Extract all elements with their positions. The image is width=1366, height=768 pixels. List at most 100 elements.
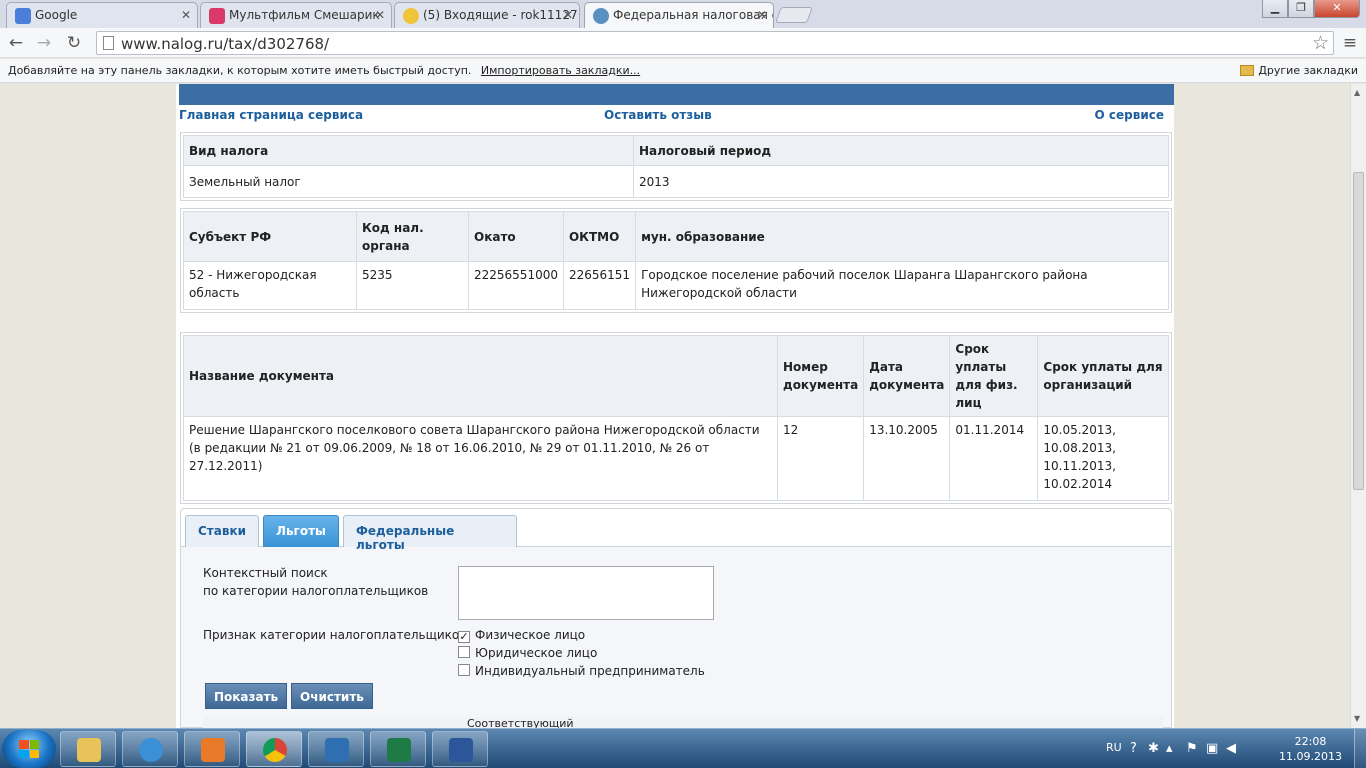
- browser-tab-nalog[interactable]: Федеральная налоговая с ✕: [584, 2, 774, 28]
- show-button[interactable]: Показать: [205, 683, 288, 709]
- tab-rates[interactable]: Ставки: [185, 515, 259, 547]
- close-tab-icon[interactable]: ✕: [375, 8, 385, 22]
- checkbox-label: Физическое лицо: [475, 628, 586, 642]
- show-hidden-icons-icon[interactable]: ▴: [1166, 741, 1173, 756]
- clock-time: 22:08: [1294, 735, 1327, 748]
- maximize-button[interactable]: ❐: [1288, 0, 1314, 18]
- taskbar-media[interactable]: [184, 731, 240, 767]
- col-header: ОКТМО: [562, 211, 637, 262]
- browser-tab-google[interactable]: Google ✕: [6, 2, 198, 28]
- scroll-up-icon[interactable]: ▲: [1354, 88, 1360, 97]
- checkbox-legal-entity[interactable]: Юридическое лицо: [458, 644, 597, 662]
- taskbar-ie[interactable]: [122, 731, 178, 767]
- checkbox-empty-icon[interactable]: [458, 664, 470, 676]
- show-desktop-button[interactable]: [1354, 729, 1366, 768]
- checkbox-label: Юридическое лицо: [475, 646, 598, 660]
- checkbox-checked-icon[interactable]: ✓: [458, 631, 470, 643]
- menu-icon[interactable]: ≡: [1338, 31, 1362, 55]
- import-bookmarks-link[interactable]: Импортировать закладки...: [481, 64, 640, 77]
- region-table-wrap: Субъект РФ Код нал. органа Окато ОКТМО м…: [180, 208, 1172, 313]
- other-bookmarks-button[interactable]: Другие закладки: [1240, 64, 1358, 77]
- col-header: Окато: [468, 211, 564, 262]
- checkbox-entrepreneur[interactable]: Индивидуальный предприниматель: [458, 662, 705, 680]
- page-icon: [103, 36, 114, 50]
- col-header: Субъект РФ: [183, 211, 357, 262]
- tab-federal-benefits[interactable]: Федеральные льготы: [343, 515, 517, 552]
- col-header: Номер документа: [776, 335, 865, 417]
- close-tab-icon[interactable]: ✕: [757, 8, 767, 22]
- table-cell: 10.05.2013, 10.08.2013, 10.11.2013, 10.0…: [1037, 416, 1169, 501]
- about-link[interactable]: О сервисе: [1095, 108, 1164, 122]
- windows-logo-icon: [19, 740, 39, 758]
- taskbar-chrome[interactable]: [246, 731, 302, 767]
- search-label: Контекстный поиск по категории налогопла…: [203, 564, 428, 600]
- tab-title: Федеральная налоговая с: [613, 8, 774, 22]
- word-icon: [449, 738, 473, 762]
- nalog-favicon-icon: [593, 8, 609, 24]
- media-player-icon: [201, 738, 225, 762]
- col-header: Срок уплаты для физ. лиц: [949, 335, 1039, 417]
- panel-tab-bar: Ставки Льготы Федеральные льготы: [181, 509, 1171, 552]
- scrollbar-thumb[interactable]: [1353, 172, 1364, 490]
- col-header: Вид налога: [183, 135, 634, 166]
- close-tab-icon[interactable]: ✕: [181, 8, 191, 22]
- checkbox-empty-icon[interactable]: [458, 646, 470, 658]
- windows-taskbar: RU ? ✱ ▴ ⚑ ▣ ◀ 22:08 11.09.2013: [0, 728, 1366, 768]
- document-table: Название документа Номер документа Дата …: [183, 335, 1169, 501]
- results-grid-header: Соответствующий: [203, 717, 1163, 728]
- checkbox-label: Индивидуальный предприниматель: [475, 664, 705, 678]
- network-icon[interactable]: ▣: [1206, 741, 1218, 756]
- page-viewport: Главная страница сервиса Оставить отзыв …: [0, 84, 1350, 728]
- close-tab-icon[interactable]: ✕: [563, 8, 573, 22]
- col-header: Срок уплаты для организаций: [1037, 335, 1169, 417]
- url-text: www.nalog.ru/tax/d302768/: [121, 35, 330, 53]
- browser-tab-smeshariki[interactable]: Мультфильм Смешарик ✕: [200, 2, 392, 28]
- internet-explorer-icon: [139, 738, 163, 762]
- scroll-down-icon[interactable]: ▼: [1354, 714, 1360, 723]
- header-bar: [179, 84, 1174, 105]
- clock[interactable]: 22:08 11.09.2013: [1279, 734, 1342, 764]
- close-window-button[interactable]: ✕: [1314, 0, 1360, 18]
- tab-benefits[interactable]: Льготы: [263, 515, 339, 547]
- table-cell: 01.11.2014: [949, 416, 1039, 501]
- pay-date: 10.11.2013,: [1043, 459, 1116, 473]
- bookmark-star-icon[interactable]: ☆: [1312, 32, 1329, 54]
- benefits-form: Контекстный поиск по категории налогопла…: [181, 547, 1171, 728]
- clear-button[interactable]: Очистить: [291, 683, 373, 709]
- vertical-scrollbar[interactable]: ▲ ▼: [1350, 84, 1366, 728]
- context-search-textarea[interactable]: [458, 566, 714, 620]
- new-tab-button[interactable]: [775, 7, 813, 23]
- table-cell: 22656151: [562, 261, 637, 310]
- mail-favicon-icon: [403, 8, 419, 24]
- browser-tab-inbox[interactable]: (5) Входящие - rok11127 ✕: [394, 2, 580, 28]
- back-arrow-icon[interactable]: ←: [4, 31, 28, 55]
- home-link[interactable]: Главная страница сервиса: [179, 108, 363, 122]
- document-table-wrap: Название документа Номер документа Дата …: [180, 332, 1172, 504]
- taskbar-explorer[interactable]: [60, 731, 116, 767]
- bluetooth-icon[interactable]: ✱: [1148, 741, 1159, 756]
- address-bar[interactable]: www.nalog.ru/tax/d302768/ ☆: [96, 31, 1334, 55]
- table-cell: 12: [776, 416, 865, 501]
- sub-navigation: Главная страница сервиса Оставить отзыв …: [179, 108, 1164, 124]
- forward-arrow-icon[interactable]: →: [32, 31, 56, 55]
- taskbar-audio[interactable]: [308, 731, 364, 767]
- table-cell: Городское поселение рабочий поселок Шара…: [635, 261, 1169, 310]
- language-indicator[interactable]: RU: [1106, 741, 1122, 754]
- volume-icon[interactable]: ◀: [1226, 741, 1236, 756]
- checkbox-physical-person[interactable]: ✓ Физическое лицо: [458, 626, 585, 644]
- feedback-link[interactable]: Оставить отзыв: [604, 108, 712, 122]
- minimize-button[interactable]: ▁: [1262, 0, 1288, 18]
- col-header: Название документа: [183, 335, 778, 417]
- tab-title: (5) Входящие - rok11127: [423, 8, 578, 22]
- col-header: Налоговый период: [633, 135, 1169, 166]
- help-icon[interactable]: ?: [1130, 741, 1137, 756]
- col-header: Дата документа: [863, 335, 951, 417]
- start-button[interactable]: [2, 730, 56, 768]
- taskbar-word[interactable]: [432, 731, 488, 767]
- tax-type-table: Вид налога Налоговый период Земельный на…: [183, 135, 1169, 198]
- taskbar-excel[interactable]: [370, 731, 426, 767]
- pay-date: 10.05.2013,: [1043, 423, 1116, 437]
- reload-icon[interactable]: ↻: [62, 31, 86, 55]
- action-center-flag-icon[interactable]: ⚑: [1186, 741, 1198, 756]
- col-header: Код нал. органа: [356, 211, 469, 262]
